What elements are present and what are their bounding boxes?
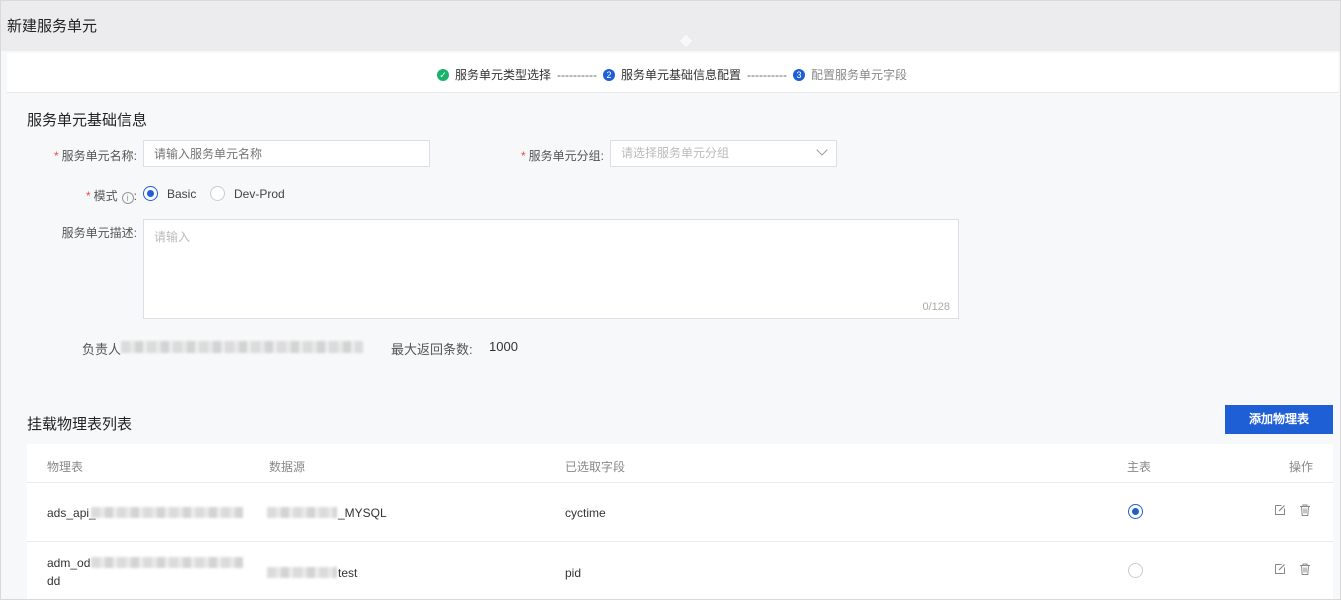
row-2-main-table-radio[interactable] [1128,563,1143,578]
step-1: ✓ 服务单元类型选择 [437,66,551,83]
step-label: 服务单元基础信息配置 [620,68,741,82]
delete-icon[interactable] [1299,504,1311,516]
service-unit-name-input[interactable] [143,140,430,167]
step-label: 服务单元类型选择 [455,68,552,82]
row-divider [27,482,1333,483]
description-label: 服务单元描述: [61,226,137,240]
char-counter: 0/128 [922,301,950,313]
row-1-source: _MYSQL [338,506,387,520]
owner-value-redacted [121,341,363,353]
owner-label: 负责人 [82,342,122,357]
step-number-badge: 3 [792,68,805,81]
check-circle-icon: ✓ [437,68,449,81]
column-header-fields: 已选取字段 [565,460,626,474]
mounted-tables-title: 挂载物理表列表 [27,416,133,433]
group-label: * 服务单元分组: [520,149,604,163]
mode-dev-prod-label[interactable]: Dev-Prod [234,187,285,201]
required-mark: * [53,149,59,163]
row-divider [27,541,1333,542]
add-physical-table-button[interactable]: 添加物理表 [1225,405,1333,434]
row-2-table-name-redacted [91,557,243,568]
info-icon[interactable]: i [121,192,134,204]
edit-icon[interactable] [1274,504,1286,516]
step-label: 配置服务单元字段 [810,68,907,82]
step-2: 2 服务单元基础信息配置 [602,66,741,83]
group-select-placeholder: 请选择服务单元分组 [621,146,730,160]
required-mark: * [520,149,526,163]
step-3: 3 配置服务单元字段 [792,66,907,83]
mode-basic-radio[interactable] [143,186,158,201]
step-number-badge: 2 [602,68,615,81]
row-2-source: test [338,566,358,580]
steps-bar: ✓ 服务单元类型选择 ---------- 2 服务单元基础信息配置 -----… [7,53,1338,93]
column-header-main: 主表 [1127,460,1152,474]
mode-label: * 模式 i: [85,189,137,204]
column-header-actions: 操作 [1289,460,1314,474]
row-1-fields: cyctime [565,506,606,520]
description-textarea[interactable]: 请输入 0/128 [143,219,959,319]
service-unit-group-select[interactable]: 请选择服务单元分组 [610,140,837,167]
description-placeholder: 请输入 [154,230,191,244]
step-separator: ---------- [747,67,787,82]
row-1-main-table-radio[interactable] [1128,504,1143,519]
row-2-fields: pid [565,566,582,580]
steps: ✓ 服务单元类型选择 ---------- 2 服务单元基础信息配置 -----… [437,66,907,83]
physical-table-list: 物理表 数据源 已选取字段 主表 操作 ads_api_ _MYSQL cyct… [27,444,1333,599]
column-header-table: 物理表 [47,460,84,474]
delete-icon[interactable] [1299,563,1311,575]
step-separator: ---------- [557,67,597,82]
max-rows-label: 最大返回条数: [391,342,473,357]
row-2-table-name-wrap: dd [47,574,61,588]
basic-info-title: 服务单元基础信息 [27,112,148,129]
mode-basic-label[interactable]: Basic [167,187,196,201]
header-bar: 新建服务单元 [1,1,1340,51]
row-2-source-redacted [267,567,337,578]
required-mark: * [85,189,91,203]
edit-icon[interactable] [1274,563,1286,575]
mode-dev-prod-radio[interactable] [210,186,225,201]
row-2-table-name: adm_od [47,556,91,570]
page-title: 新建服务单元 [7,18,98,35]
row-1-table-name: ads_api_ [47,506,96,520]
app-frame: 新建服务单元 ✓ 服务单元类型选择 ---------- 2 服务单元基础信息配… [0,0,1341,600]
column-header-source: 数据源 [269,460,306,474]
max-rows-value: 1000 [489,339,518,354]
row-1-table-name-redacted [91,507,243,518]
name-label: * 服务单元名称: [53,149,137,163]
row-1-source-redacted [267,507,337,518]
chevron-down-icon [816,144,828,156]
